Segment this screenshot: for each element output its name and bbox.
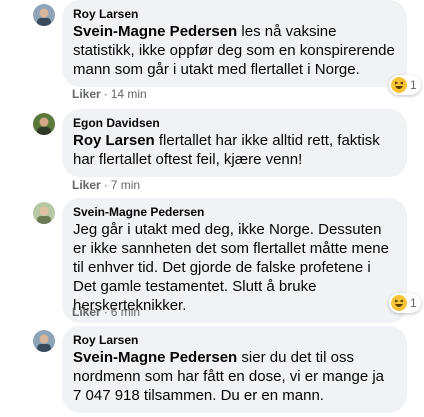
- comment-text: Svein-Magne Pedersen les nå vaksine stat…: [73, 22, 396, 79]
- like-button[interactable]: Liker: [72, 87, 101, 101]
- like-button[interactable]: Liker: [72, 305, 101, 319]
- comment-meta: Liker · 6 min: [72, 305, 141, 319]
- comment-meta: Liker · 7 min: [72, 178, 141, 192]
- comment-body: Jeg går i utakt med deg, ikke Norge. Des…: [73, 221, 389, 314]
- reaction-badge[interactable]: 1: [389, 293, 421, 313]
- comment-bubble: Roy Larsen Svein-Magne Pedersen sier du …: [62, 326, 407, 413]
- comment-bubble: Roy Larsen Svein-Magne Pedersen les nå v…: [62, 0, 407, 87]
- comment-text: Jeg går i utakt med deg, ikke Norge. Des…: [73, 220, 396, 315]
- haha-emoji-icon: [391, 77, 407, 93]
- reaction-badge[interactable]: 1: [389, 75, 421, 95]
- comment-author[interactable]: Roy Larsen: [73, 333, 396, 348]
- avatar[interactable]: [33, 330, 55, 352]
- comment-bubble: Egon Davidsen Roy Larsen flertallet har …: [62, 109, 407, 177]
- timestamp[interactable]: 14 min: [111, 87, 147, 101]
- haha-emoji-icon: [391, 295, 407, 311]
- comment-author[interactable]: Svein-Magne Pedersen: [73, 205, 396, 220]
- timestamp[interactable]: 6 min: [111, 305, 140, 319]
- like-button[interactable]: Liker: [72, 178, 101, 192]
- mention-link[interactable]: Roy Larsen: [73, 132, 155, 149]
- mention-link[interactable]: Svein-Magne Pedersen: [73, 23, 237, 40]
- mention-link[interactable]: Svein-Magne Pedersen: [73, 349, 237, 366]
- comment-text: Svein-Magne Pedersen sier du det til oss…: [73, 348, 396, 405]
- comment-meta: Liker · 14 min: [72, 87, 147, 101]
- comment-author[interactable]: Roy Larsen: [73, 7, 396, 22]
- avatar[interactable]: [33, 202, 55, 224]
- comment-author[interactable]: Egon Davidsen: [73, 116, 396, 131]
- avatar[interactable]: [33, 113, 55, 135]
- comment-text: Roy Larsen flertallet har ikke alltid re…: [73, 131, 396, 169]
- avatar[interactable]: [33, 4, 55, 26]
- timestamp[interactable]: 7 min: [111, 178, 140, 192]
- reaction-count: 1: [410, 78, 417, 92]
- reaction-count: 1: [410, 296, 417, 310]
